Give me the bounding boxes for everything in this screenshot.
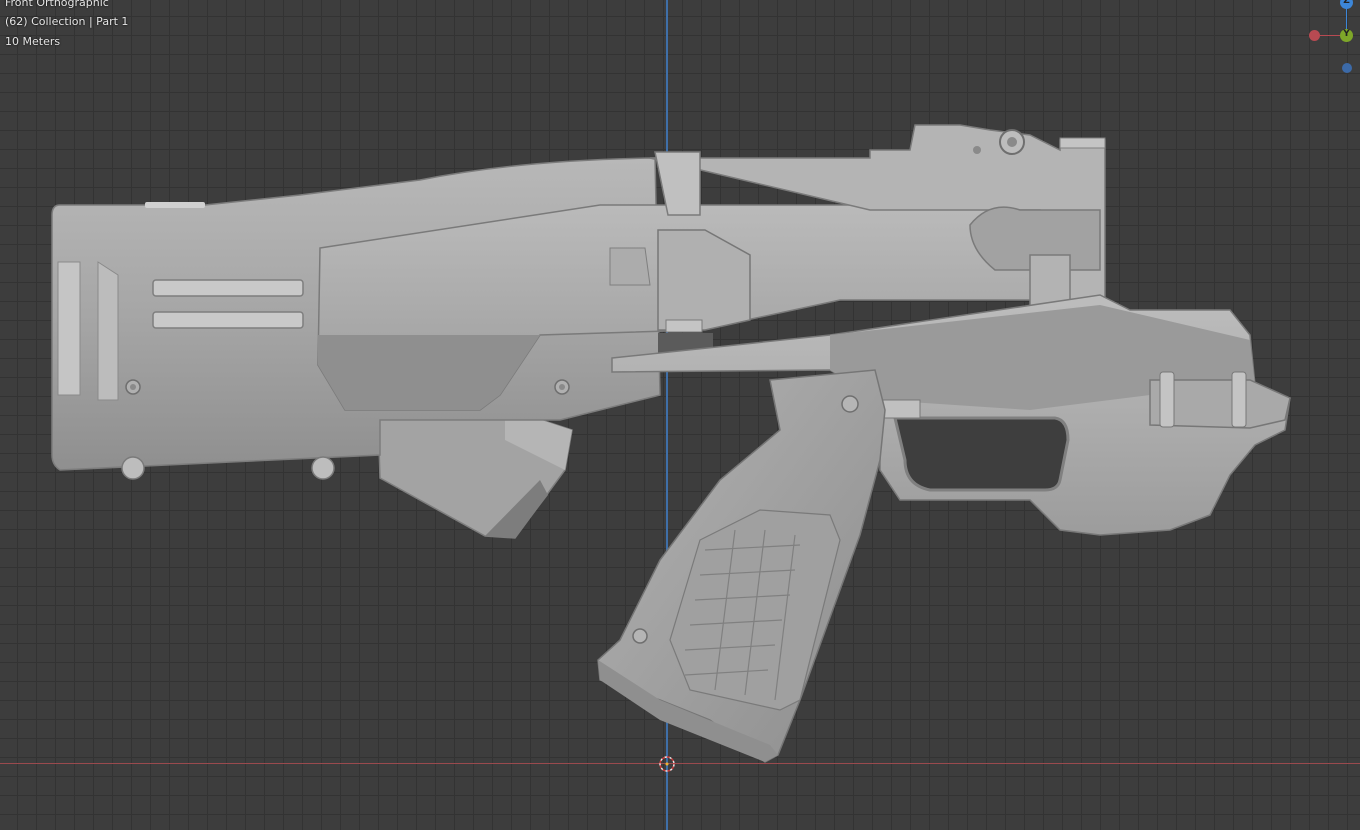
3d-viewport[interactable]: Front Orthographic (62) Collection | Par… — [0, 0, 1360, 830]
gizmo-z-negative-button[interactable] — [1342, 63, 1352, 73]
scale-info: 10 Meters — [5, 35, 61, 48]
gizmo-y-label: Y — [1343, 29, 1350, 39]
stock-lower-brace — [377, 407, 573, 539]
gizmo-x-negative-button[interactable] — [1309, 30, 1320, 41]
collection-info: (62) Collection | Part 1 — [5, 15, 129, 28]
pistol-grip — [597, 369, 886, 763]
gizmo-z-label: Z — [1343, 0, 1350, 6]
3d-cursor-icon — [659, 756, 675, 772]
gizmo-y-axis-button[interactable]: Y — [1340, 29, 1353, 42]
charging-latch — [657, 229, 751, 355]
weapon-model[interactable] — [0, 0, 1360, 830]
